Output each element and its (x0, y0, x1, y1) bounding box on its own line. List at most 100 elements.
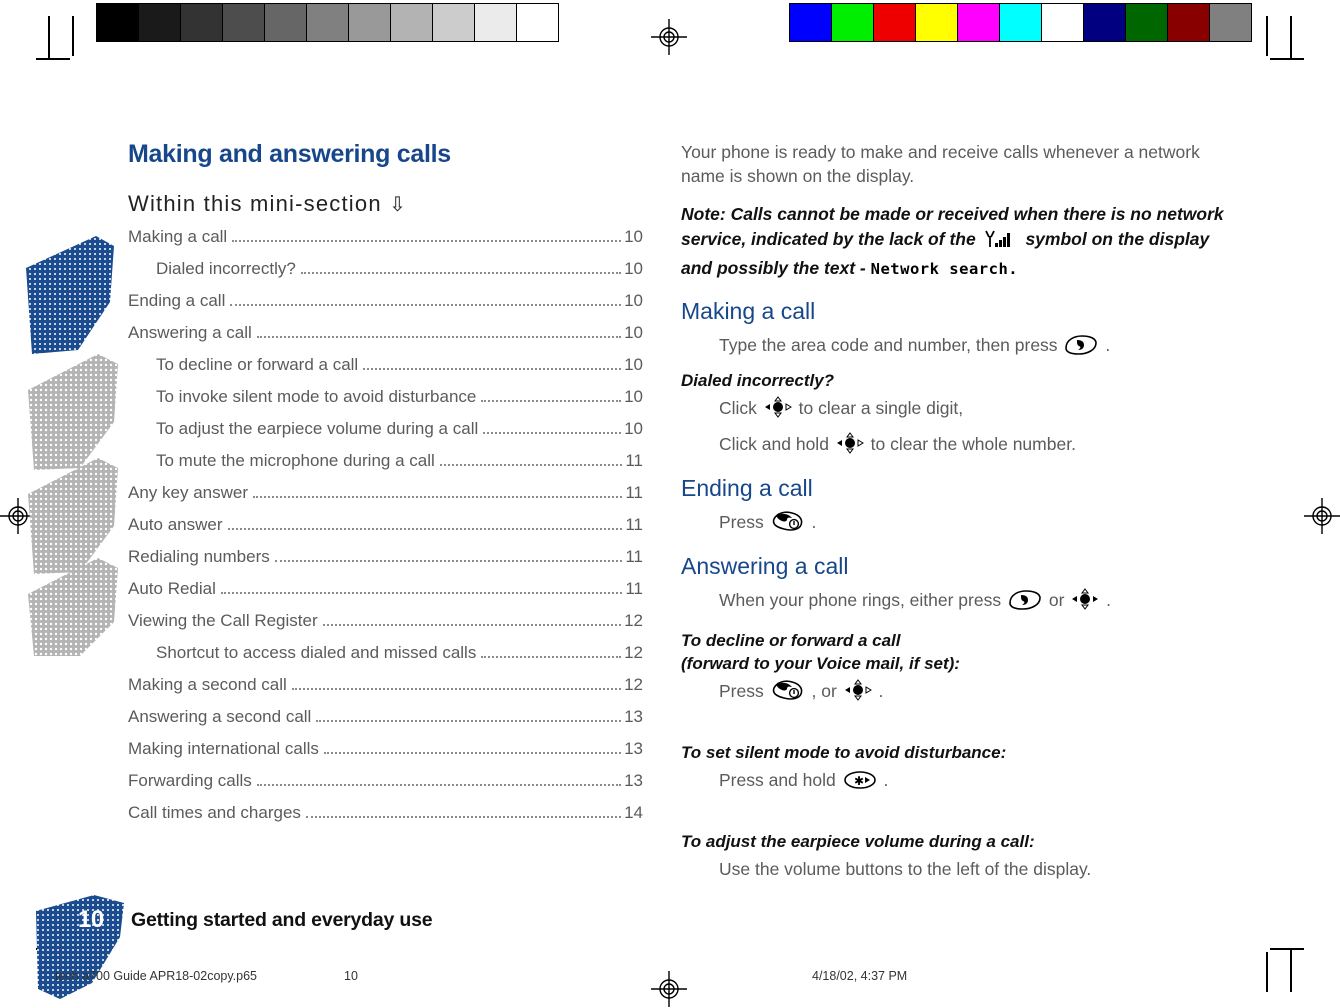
toc-entry[interactable]: Redialing numbers 11 (128, 547, 643, 567)
toc-entry-label: Redialing numbers (128, 547, 270, 566)
toc-entry-page: 12 (624, 643, 643, 662)
footer-page-number: 10 (78, 906, 104, 933)
page-title: Making and answering calls (128, 140, 451, 168)
toc-entry[interactable]: Viewing the Call Register 12 (128, 611, 643, 631)
step-text-after: to clear the whole number. (870, 434, 1076, 454)
toc-entry-label: Making a call (128, 227, 228, 246)
toc-leader-dots (363, 367, 622, 370)
step-silent-mode: Press and hold ✱ . (681, 768, 1226, 797)
toc-entry-page: 10 (624, 323, 643, 342)
toc-entry-page: 10 (624, 227, 643, 246)
call-key-icon (1064, 335, 1098, 362)
toc-leader-dots (305, 815, 622, 818)
toc-entry-page: 13 (624, 739, 643, 758)
toc-entry-page: 10 (624, 291, 643, 310)
toc-leader-dots (483, 431, 622, 434)
navigation-key-icon (764, 396, 792, 425)
lcd-network-search-text: Network search. (870, 260, 1019, 278)
toc-entry-label: Viewing the Call Register (128, 611, 318, 630)
step-text-after: . (878, 681, 884, 701)
toc-entry-page: 11 (625, 579, 643, 598)
toc-leader-dots (227, 527, 623, 530)
heading-ending-a-call: Ending a call (681, 475, 813, 501)
toc-leader-dots (253, 495, 623, 498)
toc-entry-label: Dialed incorrectly? (156, 259, 296, 278)
step-making-a-call: Type the area code and number, then pres… (681, 333, 1226, 362)
toc-entry-page: 11 (625, 483, 643, 502)
toc-entry[interactable]: Forwarding calls 13 (128, 771, 643, 791)
toc-entry-page: 12 (624, 675, 643, 694)
step-text-middle: , or (811, 681, 837, 701)
toc-entry[interactable]: Shortcut to access dialed and missed cal… (128, 643, 643, 663)
heading-answering-a-call: Answering a call (681, 553, 849, 579)
toc-entry[interactable]: Any key answer 11 (128, 483, 643, 503)
toc-entry[interactable]: To adjust the earpiece volume during a c… (128, 419, 643, 439)
down-arrow-icon: ⇩ (389, 194, 408, 216)
step-text-before: Press (719, 681, 764, 701)
toc-entry-page: 14 (624, 803, 643, 822)
toc-entry[interactable]: To mute the microphone during a call 11 (128, 451, 643, 471)
heading-making-a-call: Making a call (681, 298, 816, 324)
navigation-key-icon (1071, 588, 1099, 617)
toc-entry[interactable]: To invoke silent mode to avoid disturban… (128, 387, 643, 407)
toc-entry[interactable]: Call times and charges 14 (128, 803, 643, 823)
heading-earpiece-volume: To adjust the earpiece volume during a c… (681, 832, 1035, 851)
step-text-middle: or (1048, 590, 1065, 610)
toc-entry-label: Answering a second call (128, 707, 312, 726)
toc-entry[interactable]: Making a call 10 (128, 227, 643, 247)
toc-entry[interactable]: Making a second call 12 (128, 675, 643, 695)
signal-strength-icon (983, 230, 1019, 256)
toc-entry-page: 10 (624, 387, 643, 406)
step-text-after: to clear a single digit, (798, 398, 964, 418)
end-call-key-icon (771, 510, 805, 539)
heading-decline-or-forward: To decline or forward a call (forward to… (681, 629, 1226, 675)
toc-leader-dots (230, 303, 622, 306)
print-source-filename: tech a700 Guide APR18-02copy.p65 (55, 969, 257, 983)
svg-text:✱: ✱ (854, 774, 864, 788)
toc-leader-dots (300, 271, 622, 274)
toc-entry-label: Ending a call (128, 291, 226, 310)
toc-entry[interactable]: Auto answer 11 (128, 515, 643, 535)
toc-leader-dots (481, 655, 622, 658)
toc-entry-label: Making international calls (128, 739, 319, 758)
toc-leader-dots (274, 559, 623, 562)
step-text-before: Press and hold (719, 770, 836, 790)
step-clear-whole-number: Click and hold to clear the whole number… (681, 432, 1226, 461)
step-text-before: Type the area code and number, then pres… (719, 335, 1058, 355)
toc-entry[interactable]: Making international calls 13 (128, 739, 643, 759)
left-column: Making and answering calls Within this m… (128, 140, 643, 835)
heading-silent-mode: To set silent mode to avoid disturbance: (681, 743, 1007, 762)
toc-leader-dots (256, 335, 622, 338)
table-of-contents: Making a call 10 Dialed incorrectly? 10 Endi… (128, 227, 643, 823)
toc-entry-label: To decline or forward a call (156, 355, 359, 374)
toc-leader-dots (322, 623, 622, 626)
toc-entry-label: Auto Redial (128, 579, 216, 598)
toc-entry[interactable]: Auto Redial 11 (128, 579, 643, 599)
toc-leader-dots (481, 399, 622, 402)
toc-entry-page: 12 (624, 611, 643, 630)
toc-entry-page: 10 (624, 259, 643, 278)
step-text-before: Click (719, 398, 757, 418)
toc-entry[interactable]: Ending a call 10 (128, 291, 643, 311)
step-clear-single-digit: Click to clear a single digit, (681, 396, 1226, 425)
toc-entry[interactable]: To decline or forward a call 10 (128, 355, 643, 375)
toc-entry-label: Any key answer (128, 483, 248, 502)
toc-entry-page: 11 (625, 515, 643, 534)
right-column: Your phone is ready to make and receive … (681, 140, 1226, 889)
mini-section-heading: Within this mini-section ⇩ (128, 191, 643, 217)
navigation-key-icon (844, 679, 872, 708)
toc-leader-dots (256, 783, 622, 786)
toc-entry[interactable]: Dialed incorrectly? 10 (128, 259, 643, 279)
toc-entry[interactable]: Answering a call 10 (128, 323, 643, 343)
toc-entry-label: To adjust the earpiece volume during a c… (156, 419, 479, 438)
toc-leader-dots (316, 719, 622, 722)
step-text-before: When your phone rings, either press (719, 590, 1002, 610)
step-text-after: . (811, 512, 817, 532)
toc-entry-page: 13 (624, 707, 643, 726)
manual-page: Making and answering calls Within this m… (0, 0, 1340, 1008)
step-text-before: Click and hold (719, 434, 829, 454)
step-ending-a-call: Press . (681, 510, 1226, 539)
toc-entry-page: 11 (625, 547, 643, 566)
toc-entry[interactable]: Answering a second call 13 (128, 707, 643, 727)
